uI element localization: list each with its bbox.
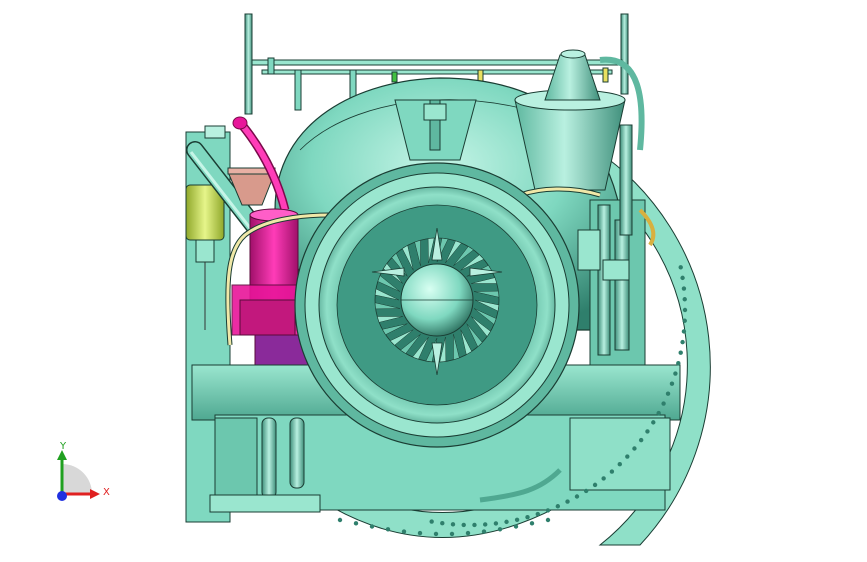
flange-bolt (483, 522, 488, 527)
y-axis-label: Y (60, 441, 67, 452)
flange-bolt (337, 517, 343, 523)
flange-bolt (681, 286, 687, 291)
flange-bolt (673, 371, 678, 376)
flange-bolt (497, 527, 503, 532)
flange-bolt (472, 522, 477, 528)
flange-bolt (417, 530, 423, 536)
flange-bolt (583, 488, 589, 494)
flange-bolt (617, 462, 622, 467)
flange-bolt (545, 508, 551, 513)
flange-bolt (433, 531, 439, 537)
x-axis-arrow (90, 489, 100, 499)
triad-base (62, 464, 92, 494)
flange-bolt (682, 318, 687, 323)
flange-bolt (678, 265, 683, 270)
flange-bolt (429, 519, 434, 524)
flange-bolt (481, 529, 487, 534)
flange-bolt (574, 494, 580, 499)
flange-bolt (678, 350, 683, 355)
flange-bolt (529, 521, 535, 526)
flange-bolt (450, 522, 456, 527)
flange-bolt (385, 527, 391, 532)
flange-bolt (680, 275, 685, 281)
left-lower-box[interactable] (214, 417, 258, 499)
flange-bolt (465, 530, 471, 536)
flange-bolt (535, 511, 540, 517)
flange-bolt (493, 521, 499, 526)
flange-bolt (592, 482, 598, 488)
flange-bolt (514, 517, 520, 522)
flange-bolt (545, 517, 551, 523)
flange-bolt (601, 476, 606, 481)
right-lower-box[interactable] (569, 417, 671, 491)
flange-bolt (681, 329, 687, 334)
coordinate-triad: Y X (40, 436, 130, 516)
flange-bolt (369, 524, 375, 529)
z-axis-dot (57, 491, 67, 501)
flange-bolt (651, 420, 656, 425)
flange-bolt (645, 429, 650, 434)
flange-bolt (513, 524, 519, 529)
flange-bolt (353, 521, 359, 526)
flange-bolt (504, 519, 509, 525)
flange-bolt (680, 339, 685, 345)
flange-bolt (609, 469, 615, 474)
flange-bolt (461, 522, 466, 528)
flange-bolt (565, 499, 570, 504)
flange-bolt (555, 504, 561, 509)
flange-bolt (682, 307, 688, 313)
cad-viewport[interactable]: Y X (0, 0, 867, 562)
flange-bolt (449, 531, 455, 537)
flange-bolt (665, 391, 671, 396)
flange-bolt (625, 454, 630, 459)
x-axis-label: X (103, 487, 110, 498)
flange-bolt (525, 514, 530, 520)
flange-bolt (682, 297, 687, 302)
flange-bolt (669, 381, 675, 386)
flange-bolt (638, 437, 644, 443)
flange-bolt (440, 521, 445, 526)
flange-bolt (656, 410, 661, 416)
flange-bolt (401, 529, 407, 534)
flange-bolt (661, 401, 666, 406)
flange-bolt (676, 360, 681, 366)
flange-bolt (632, 446, 637, 451)
engine-assembly-model[interactable] (0, 0, 867, 562)
